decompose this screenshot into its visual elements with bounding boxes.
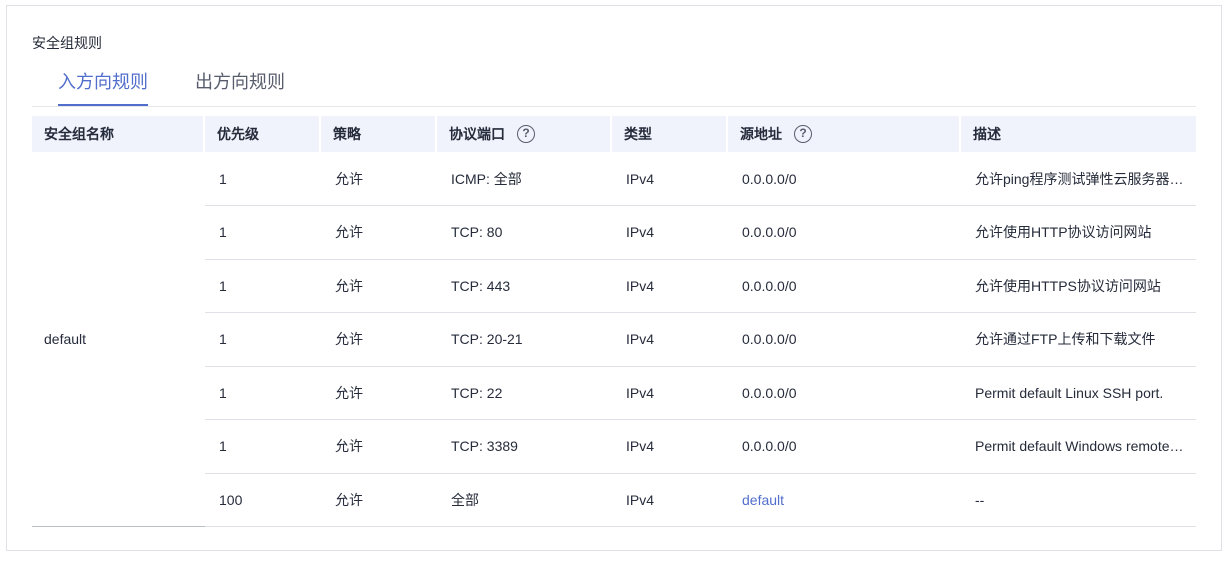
source-cell: 0.0.0.0/0 xyxy=(728,419,961,474)
protocol-port-cell: TCP: 20-21 xyxy=(437,312,612,367)
column-header-label: 策略 xyxy=(333,126,361,142)
type-cell: IPv4 xyxy=(612,312,728,367)
table-row: 1 允许 TCP: 20-21 IPv4 0.0.0.0/0 允许通过FTP上传… xyxy=(32,312,1196,367)
priority-cell: 1 xyxy=(205,312,321,367)
column-header-label: 描述 xyxy=(973,126,1001,142)
column-header-action: 策略 xyxy=(321,116,437,152)
type-cell: IPv4 xyxy=(612,205,728,260)
type-cell: IPv4 xyxy=(612,366,728,420)
rule-direction-tabs: 入方向规则 出方向规则 xyxy=(32,66,1196,107)
column-header-label: 安全组名称 xyxy=(44,126,114,142)
protocol-port-cell: TCP: 22 xyxy=(437,366,612,420)
protocol-port-cell: 全部 xyxy=(437,473,612,527)
source-cell: 0.0.0.0/0 xyxy=(728,312,961,367)
description-cell: 允许使用HTTP协议访问网站 xyxy=(961,205,1196,260)
action-cell: 允许 xyxy=(321,473,437,527)
source-cell: 0.0.0.0/0 xyxy=(728,205,961,260)
table-header-row: 安全组名称 优先级 策略 协议端口? 类型 源地址? 描述 xyxy=(32,116,1196,152)
priority-cell: 1 xyxy=(205,259,321,313)
description-cell: 允许使用HTTPS协议访问网站 xyxy=(961,259,1196,313)
protocol-port-cell: TCP: 443 xyxy=(437,259,612,313)
type-cell: IPv4 xyxy=(612,259,728,313)
column-header-priority: 优先级 xyxy=(205,116,321,152)
protocol-port-cell: TCP: 3389 xyxy=(437,419,612,474)
table-row: 1 允许 TCP: 80 IPv4 0.0.0.0/0 允许使用HTTP协议访问… xyxy=(32,205,1196,260)
tab-outbound-rules[interactable]: 出方向规则 xyxy=(195,68,285,105)
table-row: 100 允许 全部 IPv4 default -- xyxy=(32,473,1196,527)
protocol-port-cell: TCP: 80 xyxy=(437,205,612,260)
source-cell: 0.0.0.0/0 xyxy=(728,366,961,420)
source-security-group-link[interactable]: default xyxy=(742,492,784,508)
priority-cell: 100 xyxy=(205,473,321,527)
column-header-protocol-port: 协议端口? xyxy=(437,116,612,152)
column-header-label: 类型 xyxy=(624,126,652,142)
column-header-type: 类型 xyxy=(612,116,728,152)
group-name-cell: default xyxy=(32,152,205,527)
priority-cell: 1 xyxy=(205,152,321,206)
help-icon[interactable]: ? xyxy=(794,125,812,144)
section-title: 安全组规则 xyxy=(32,35,102,51)
type-cell: IPv4 xyxy=(612,473,728,527)
tab-inbound-rules[interactable]: 入方向规则 xyxy=(58,68,148,106)
help-icon[interactable]: ? xyxy=(517,125,535,144)
type-cell: IPv4 xyxy=(612,152,728,206)
column-header-group-name: 安全组名称 xyxy=(32,116,205,152)
column-header-description: 描述 xyxy=(961,116,1196,152)
type-cell: IPv4 xyxy=(612,419,728,474)
source-cell: 0.0.0.0/0 xyxy=(728,152,961,206)
rules-table: 安全组名称 优先级 策略 协议端口? 类型 源地址? 描述 default 1 … xyxy=(32,116,1196,527)
table-row: 1 允许 TCP: 443 IPv4 0.0.0.0/0 允许使用HTTPS协议… xyxy=(32,259,1196,313)
column-header-source: 源地址? xyxy=(728,116,961,152)
priority-cell: 1 xyxy=(205,419,321,474)
column-header-label: 协议端口 xyxy=(449,125,505,142)
security-group-rules-card: 安全组规则 入方向规则 出方向规则 安全组名称 优先级 策略 协议端口? 类型 … xyxy=(6,5,1222,551)
action-cell: 允许 xyxy=(321,259,437,313)
description-cell: -- xyxy=(961,473,1196,527)
column-header-label: 优先级 xyxy=(217,126,259,142)
column-header-label: 源地址 xyxy=(740,125,782,142)
table-row: 1 允许 TCP: 3389 IPv4 0.0.0.0/0 Permit def… xyxy=(32,419,1196,474)
source-cell: 0.0.0.0/0 xyxy=(728,259,961,313)
action-cell: 允许 xyxy=(321,366,437,420)
source-cell: default xyxy=(728,473,961,527)
table-row: 1 允许 TCP: 22 IPv4 0.0.0.0/0 Permit defau… xyxy=(32,366,1196,420)
description-cell: 允许通过FTP上传和下载文件 xyxy=(961,312,1196,367)
description-cell: Permit default Linux SSH port. xyxy=(961,366,1196,420)
action-cell: 允许 xyxy=(321,419,437,474)
description-cell: 允许ping程序测试弹性云服务器的连通性 xyxy=(961,152,1196,206)
action-cell: 允许 xyxy=(321,312,437,367)
priority-cell: 1 xyxy=(205,205,321,260)
protocol-port-cell: ICMP: 全部 xyxy=(437,152,612,206)
description-cell: Permit default Windows remote desktop po… xyxy=(961,419,1196,474)
table-row: default 1 允许 ICMP: 全部 IPv4 0.0.0.0/0 允许p… xyxy=(32,152,1196,527)
action-cell: 允许 xyxy=(321,205,437,260)
priority-cell: 1 xyxy=(205,366,321,420)
action-cell: 允许 xyxy=(321,152,437,206)
rules-table-body: default 1 允许 ICMP: 全部 IPv4 0.0.0.0/0 允许p… xyxy=(32,152,1196,527)
